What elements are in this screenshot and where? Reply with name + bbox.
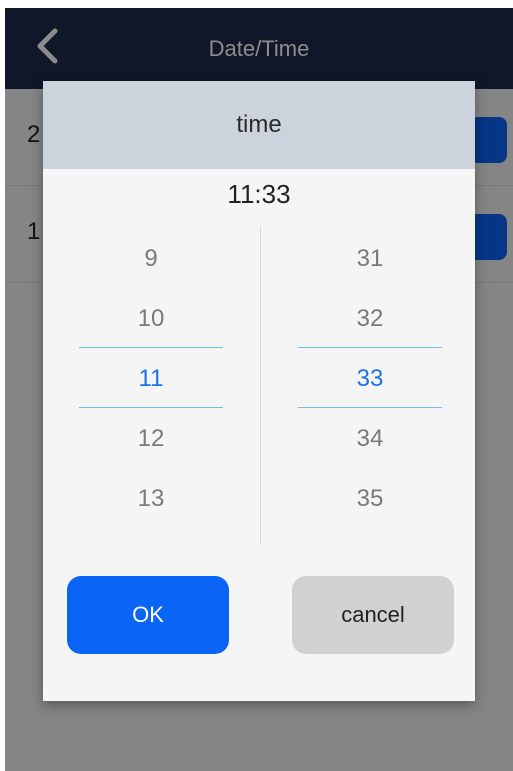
hour-option[interactable]: 9: [61, 229, 241, 289]
selection-line: [298, 347, 442, 348]
selection-line: [79, 347, 223, 348]
dialog-title: time: [43, 81, 475, 169]
minute-option-selected[interactable]: 33: [280, 349, 460, 409]
minute-option[interactable]: 32: [280, 289, 460, 349]
minute-option[interactable]: 34: [280, 409, 460, 469]
hour-option[interactable]: 10: [61, 289, 241, 349]
selection-line: [298, 407, 442, 408]
hour-picker[interactable]: 9 10 11 12 13: [61, 229, 241, 529]
minute-option[interactable]: 35: [280, 469, 460, 529]
current-time-display: 11:33: [227, 179, 291, 209]
selection-line: [79, 407, 223, 408]
picker-divider: [260, 227, 261, 545]
minute-option[interactable]: 31: [280, 229, 460, 289]
ok-button[interactable]: OK: [67, 576, 229, 654]
hour-option-selected[interactable]: 11: [61, 349, 241, 409]
hour-option[interactable]: 12: [61, 409, 241, 469]
time-picker-dialog: time 11:33 9 10 11 12 13 31 32 33 34 35 …: [43, 81, 475, 701]
hour-option[interactable]: 13: [61, 469, 241, 529]
minute-picker[interactable]: 31 32 33 34 35: [280, 229, 460, 529]
cancel-button[interactable]: cancel: [292, 576, 454, 654]
